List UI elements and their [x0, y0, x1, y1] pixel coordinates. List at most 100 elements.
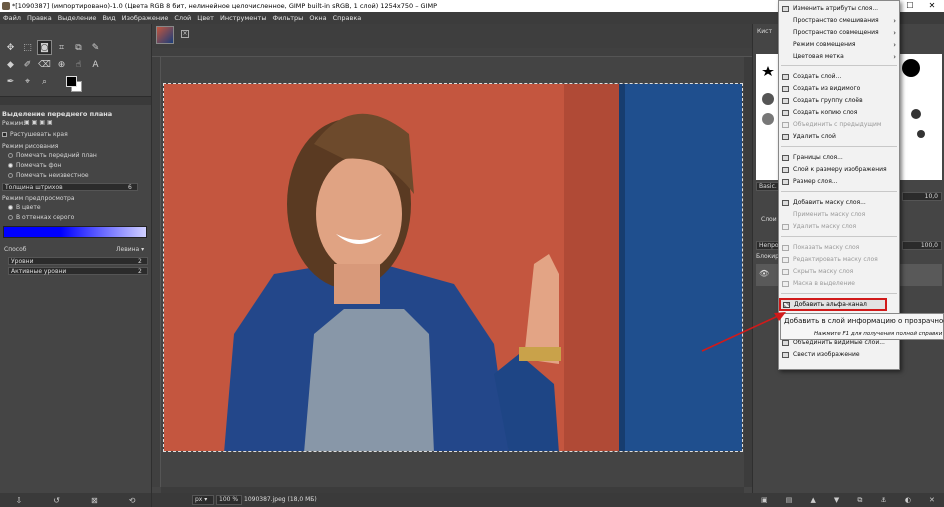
- menu-item-new-layer[interactable]: Создать слой...: [779, 71, 900, 83]
- vertical-scrollbar[interactable]: [744, 57, 752, 487]
- clone-icon[interactable]: ⊕: [54, 57, 69, 72]
- edit-mask-icon: [782, 257, 789, 263]
- zoom-icon[interactable]: ⌕: [37, 74, 52, 89]
- preview-mode-color[interactable]: В цвете: [8, 204, 41, 211]
- eraser-icon[interactable]: ⌫: [37, 57, 52, 72]
- engine-select[interactable]: Левина ▾: [116, 246, 144, 253]
- menu-item-layer-to-image-size[interactable]: Слой к размеру изображения: [779, 164, 900, 176]
- crop-icon[interactable]: ⌗: [54, 40, 69, 55]
- lower-layer-icon[interactable]: ▼: [834, 496, 839, 504]
- menu-select[interactable]: Выделение: [58, 14, 97, 22]
- menu-item-composite-mode[interactable]: Режим совмещения ›: [779, 39, 900, 51]
- menu-item-edit-mask[interactable]: Редактировать маску слоя: [779, 254, 900, 266]
- anchor-layer-icon[interactable]: ⚓: [880, 496, 886, 504]
- zoom-select[interactable]: 100 %: [216, 495, 242, 505]
- menu-help[interactable]: Справка: [333, 14, 362, 22]
- foreground-color-swatch[interactable]: [66, 76, 77, 87]
- menu-item-label: Добавить маску слоя...: [793, 199, 866, 206]
- stroke-width-field[interactable]: Толщина штрихов: [2, 183, 138, 191]
- brushes-tab[interactable]: Кист: [757, 28, 772, 35]
- menu-file[interactable]: Файл: [3, 14, 21, 22]
- menu-item-new-group[interactable]: Создать группу слоёв: [779, 95, 900, 107]
- color-picker-icon[interactable]: ⌖: [20, 74, 35, 89]
- tool-options-footer: ⇩ ↺ ⊠ ⟲: [0, 493, 151, 507]
- warp-icon[interactable]: ✎: [88, 40, 103, 55]
- preview-color-gradient[interactable]: [3, 226, 147, 238]
- menu-item-disable-mask[interactable]: Скрыть маску слоя: [779, 266, 900, 278]
- vertical-ruler[interactable]: [152, 57, 161, 487]
- menu-item-scale-layer[interactable]: Размер слоя...: [779, 176, 900, 188]
- menu-edit[interactable]: Правка: [27, 14, 52, 22]
- preview-mode-grayscale[interactable]: В оттенках серого: [8, 214, 74, 221]
- close-image-tab-icon[interactable]: ×: [181, 30, 189, 38]
- bucket-fill-icon[interactable]: ◆: [3, 57, 18, 72]
- opacity-field[interactable]: 100,0: [902, 241, 942, 250]
- image-canvas[interactable]: [163, 83, 743, 452]
- move-icon[interactable]: ✥: [3, 40, 18, 55]
- menu-item-delete-layer[interactable]: Удалить слой: [779, 131, 900, 143]
- maximize-button[interactable]: ☐: [900, 0, 920, 12]
- menu-item-add-alpha-channel[interactable]: Добавить альфа-канал: [779, 298, 887, 311]
- menu-separator: [781, 146, 897, 147]
- reset-options-icon[interactable]: ↺: [53, 496, 60, 505]
- layer-mode-field[interactable]: Непроз: [756, 241, 782, 250]
- spacing-field[interactable]: 10,0: [902, 192, 942, 201]
- menu-windows[interactable]: Окна: [309, 14, 326, 22]
- menu-item-duplicate-layer[interactable]: Создать копию слоя: [779, 107, 900, 119]
- menu-layer[interactable]: Слой: [174, 14, 191, 22]
- layers-tab[interactable]: Слои: [761, 216, 777, 223]
- unit-select[interactable]: px ▾: [192, 495, 214, 505]
- menu-image[interactable]: Изображение: [122, 14, 169, 22]
- menu-item-edit-attributes[interactable]: Изменить атрибуты слоя...: [779, 3, 900, 15]
- active-levels-field[interactable]: Активные уровни: [8, 267, 148, 275]
- save-options-icon[interactable]: ⇩: [16, 496, 23, 505]
- menu-separator: [781, 65, 897, 66]
- menu-filters[interactable]: Фильтры: [272, 14, 303, 22]
- menu-tools[interactable]: Инструменты: [220, 14, 267, 22]
- menu-item-apply-mask[interactable]: Применить маску слоя: [779, 209, 900, 221]
- delete-layer-icon[interactable]: ✕: [929, 496, 935, 504]
- levels-field[interactable]: Уровни: [8, 257, 148, 265]
- radio-label: В оттенках серого: [16, 214, 75, 221]
- menu-item-mask-to-selection[interactable]: Маска в выделение: [779, 278, 900, 290]
- eye-visibility-icon[interactable]: 👁: [759, 269, 769, 278]
- rect-select-icon[interactable]: ⬚: [20, 40, 35, 55]
- new-group-icon[interactable]: ▤: [786, 496, 793, 504]
- active-levels-value: 2: [138, 268, 142, 275]
- menu-item-delete-mask[interactable]: Удалить маску слоя: [779, 221, 900, 233]
- menu-item-composite-space[interactable]: Пространство совмещения ›: [779, 27, 900, 39]
- menu-item-flatten-image[interactable]: Свести изображение: [779, 349, 900, 361]
- menu-item-show-mask[interactable]: Показать маску слоя: [779, 242, 900, 254]
- path-icon[interactable]: ✒: [3, 74, 18, 89]
- levels-value: 2: [138, 258, 142, 265]
- draw-mode-unknown[interactable]: Помечать неизвестное: [8, 172, 89, 179]
- layer-to-image-size-icon: [782, 167, 789, 173]
- horizontal-ruler[interactable]: [152, 48, 752, 57]
- delete-options-icon[interactable]: ⊠: [91, 496, 98, 505]
- mask-layer-icon[interactable]: ◐: [905, 496, 911, 504]
- raise-layer-icon[interactable]: ▲: [810, 496, 815, 504]
- smudge-icon[interactable]: ☝: [71, 57, 86, 72]
- image-tab-thumbnail[interactable]: [156, 26, 174, 44]
- menu-item-add-mask[interactable]: Добавить маску слоя...: [779, 197, 900, 209]
- text-icon[interactable]: A: [88, 57, 103, 72]
- restore-options-icon[interactable]: ⟲: [129, 496, 136, 505]
- grow-holes-checkbox[interactable]: [2, 132, 7, 137]
- selection-mode-icons[interactable]: ▣▣▣▣: [24, 119, 55, 126]
- menu-item-color-tag[interactable]: Цветовая метка ›: [779, 51, 900, 63]
- menu-color[interactable]: Цвет: [197, 14, 214, 22]
- menu-item-merge-down[interactable]: Объединить с предыдущим: [779, 119, 900, 131]
- draw-mode-foreground[interactable]: Помечать передний план: [8, 152, 97, 159]
- new-layer-icon[interactable]: ▣: [761, 496, 768, 504]
- close-window-button[interactable]: ✕: [922, 0, 942, 12]
- menu-view[interactable]: Вид: [102, 14, 115, 22]
- draw-mode-background[interactable]: Помечать фон: [8, 162, 61, 169]
- fuzzy-select-icon[interactable]: ◙: [37, 40, 52, 55]
- menu-item-label: Пространство смешивания: [793, 17, 879, 24]
- duplicate-layer-icon[interactable]: ⧉: [857, 496, 862, 505]
- paintbrush-icon[interactable]: ✐: [20, 57, 35, 72]
- menu-item-layer-boundary[interactable]: Границы слоя...: [779, 152, 900, 164]
- menu-item-new-from-visible[interactable]: Создать из видимого: [779, 83, 900, 95]
- menu-item-blend-space[interactable]: Пространство смешивания ›: [779, 15, 900, 27]
- unified-transform-icon[interactable]: ⧉: [71, 40, 86, 55]
